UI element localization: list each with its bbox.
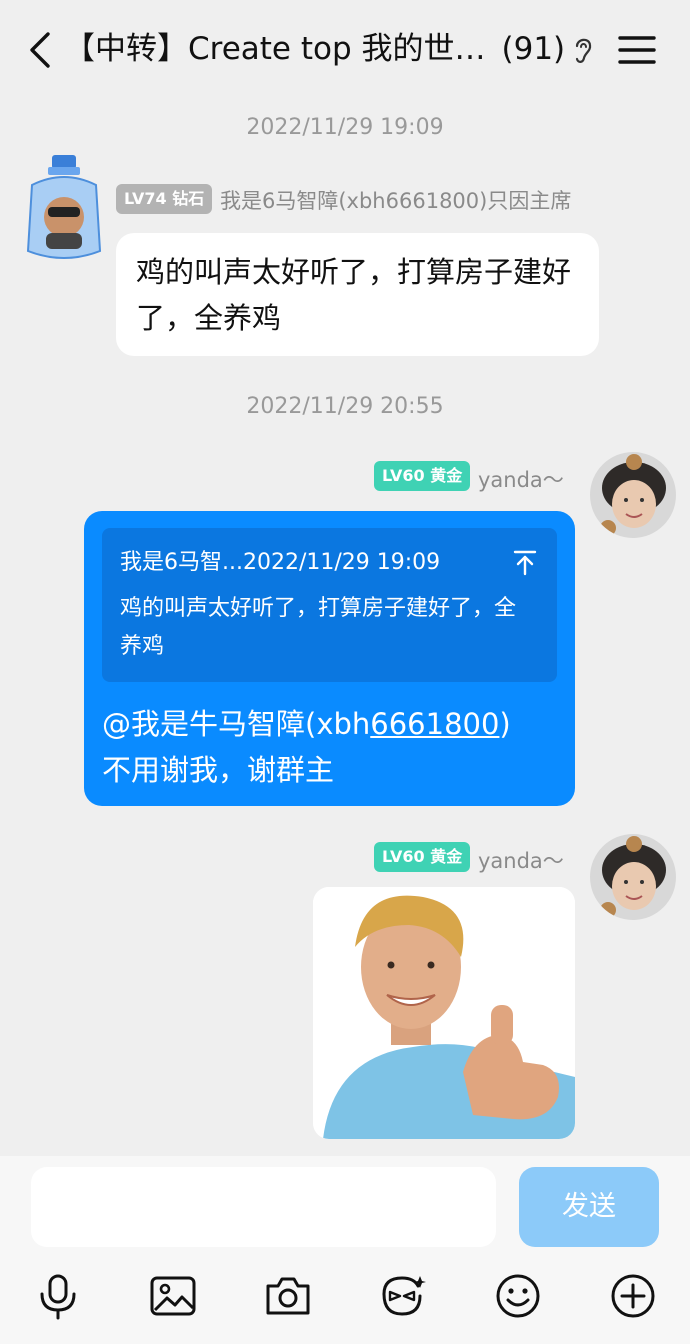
composer-bar: 发送 <box>0 1156 690 1344</box>
woman-face-avatar-image <box>590 834 676 920</box>
mention-prefix: @我是牛马智障(xbh <box>102 707 371 741</box>
jump-to-top-icon[interactable] <box>513 550 537 576</box>
quote-text: 鸡的叫声太好听了，打算房子建好了，全养鸡 <box>120 596 517 659</box>
plus-icon[interactable] <box>609 1272 657 1320</box>
water-bottle-avatar-image <box>26 155 102 259</box>
camera-icon[interactable] <box>264 1272 312 1320</box>
image-icon[interactable] <box>149 1272 197 1320</box>
level-badge: LV60 黄金 <box>374 461 471 491</box>
avatar[interactable] <box>590 452 676 538</box>
chat-title[interactable]: 【中转】Create top 我的世… (91) <box>64 26 566 72</box>
avatar[interactable] <box>22 155 106 263</box>
quote-header: 我是6马智...2022/11/29 19:09 <box>120 550 441 575</box>
quoted-message[interactable]: 我是6马智...2022/11/29 19:09 鸡的叫声太好听了，打算房子建好… <box>102 528 557 682</box>
menu-icon[interactable] <box>616 32 658 68</box>
level-badge: LV74 钻石 <box>116 184 213 214</box>
timestamp: 2022/11/29 20:55 <box>246 394 444 419</box>
back-arrow-icon[interactable] <box>22 28 62 72</box>
reply-message-bubble[interactable]: 我是6马智...2022/11/29 19:09 鸡的叫声太好听了，打算房子建好… <box>84 511 575 806</box>
mention-number-link[interactable]: 6661800 <box>370 707 499 741</box>
sticker-face-icon[interactable] <box>378 1272 426 1320</box>
timestamp: 2022/11/29 19:09 <box>246 115 444 140</box>
chat-header: 【中转】Create top 我的世… (91) <box>0 0 690 100</box>
sender-name[interactable]: yanda～ <box>478 845 564 875</box>
message-input[interactable] <box>31 1167 496 1247</box>
level-badge: LV60 黄金 <box>374 842 471 872</box>
send-button[interactable]: 发送 <box>519 1167 659 1247</box>
member-count: (91) <box>501 31 566 67</box>
group-name: 【中转】Create top 我的世… <box>64 31 486 67</box>
message-bubble[interactable]: 鸡的叫声太好听了，打算房子建好了，全养鸡 <box>116 233 599 356</box>
mention-suffix: ) <box>499 707 511 741</box>
sender-name[interactable]: yanda～ <box>478 464 564 494</box>
microphone-icon[interactable] <box>34 1272 82 1320</box>
reply-text: @我是牛马智障(xbh6661800) 不用谢我，谢群主 <box>102 701 562 793</box>
image-message[interactable] <box>313 887 575 1139</box>
ear-icon[interactable] <box>570 34 596 66</box>
thumbs-up-man-image <box>313 887 575 1139</box>
avatar[interactable] <box>590 834 676 920</box>
reply-line: 不用谢我，谢群主 <box>102 753 335 787</box>
sender-name[interactable]: 我是6马智障(xbh6661800)只因主席 <box>220 185 571 215</box>
emoji-icon[interactable] <box>494 1272 542 1320</box>
woman-face-avatar-image <box>590 452 676 538</box>
